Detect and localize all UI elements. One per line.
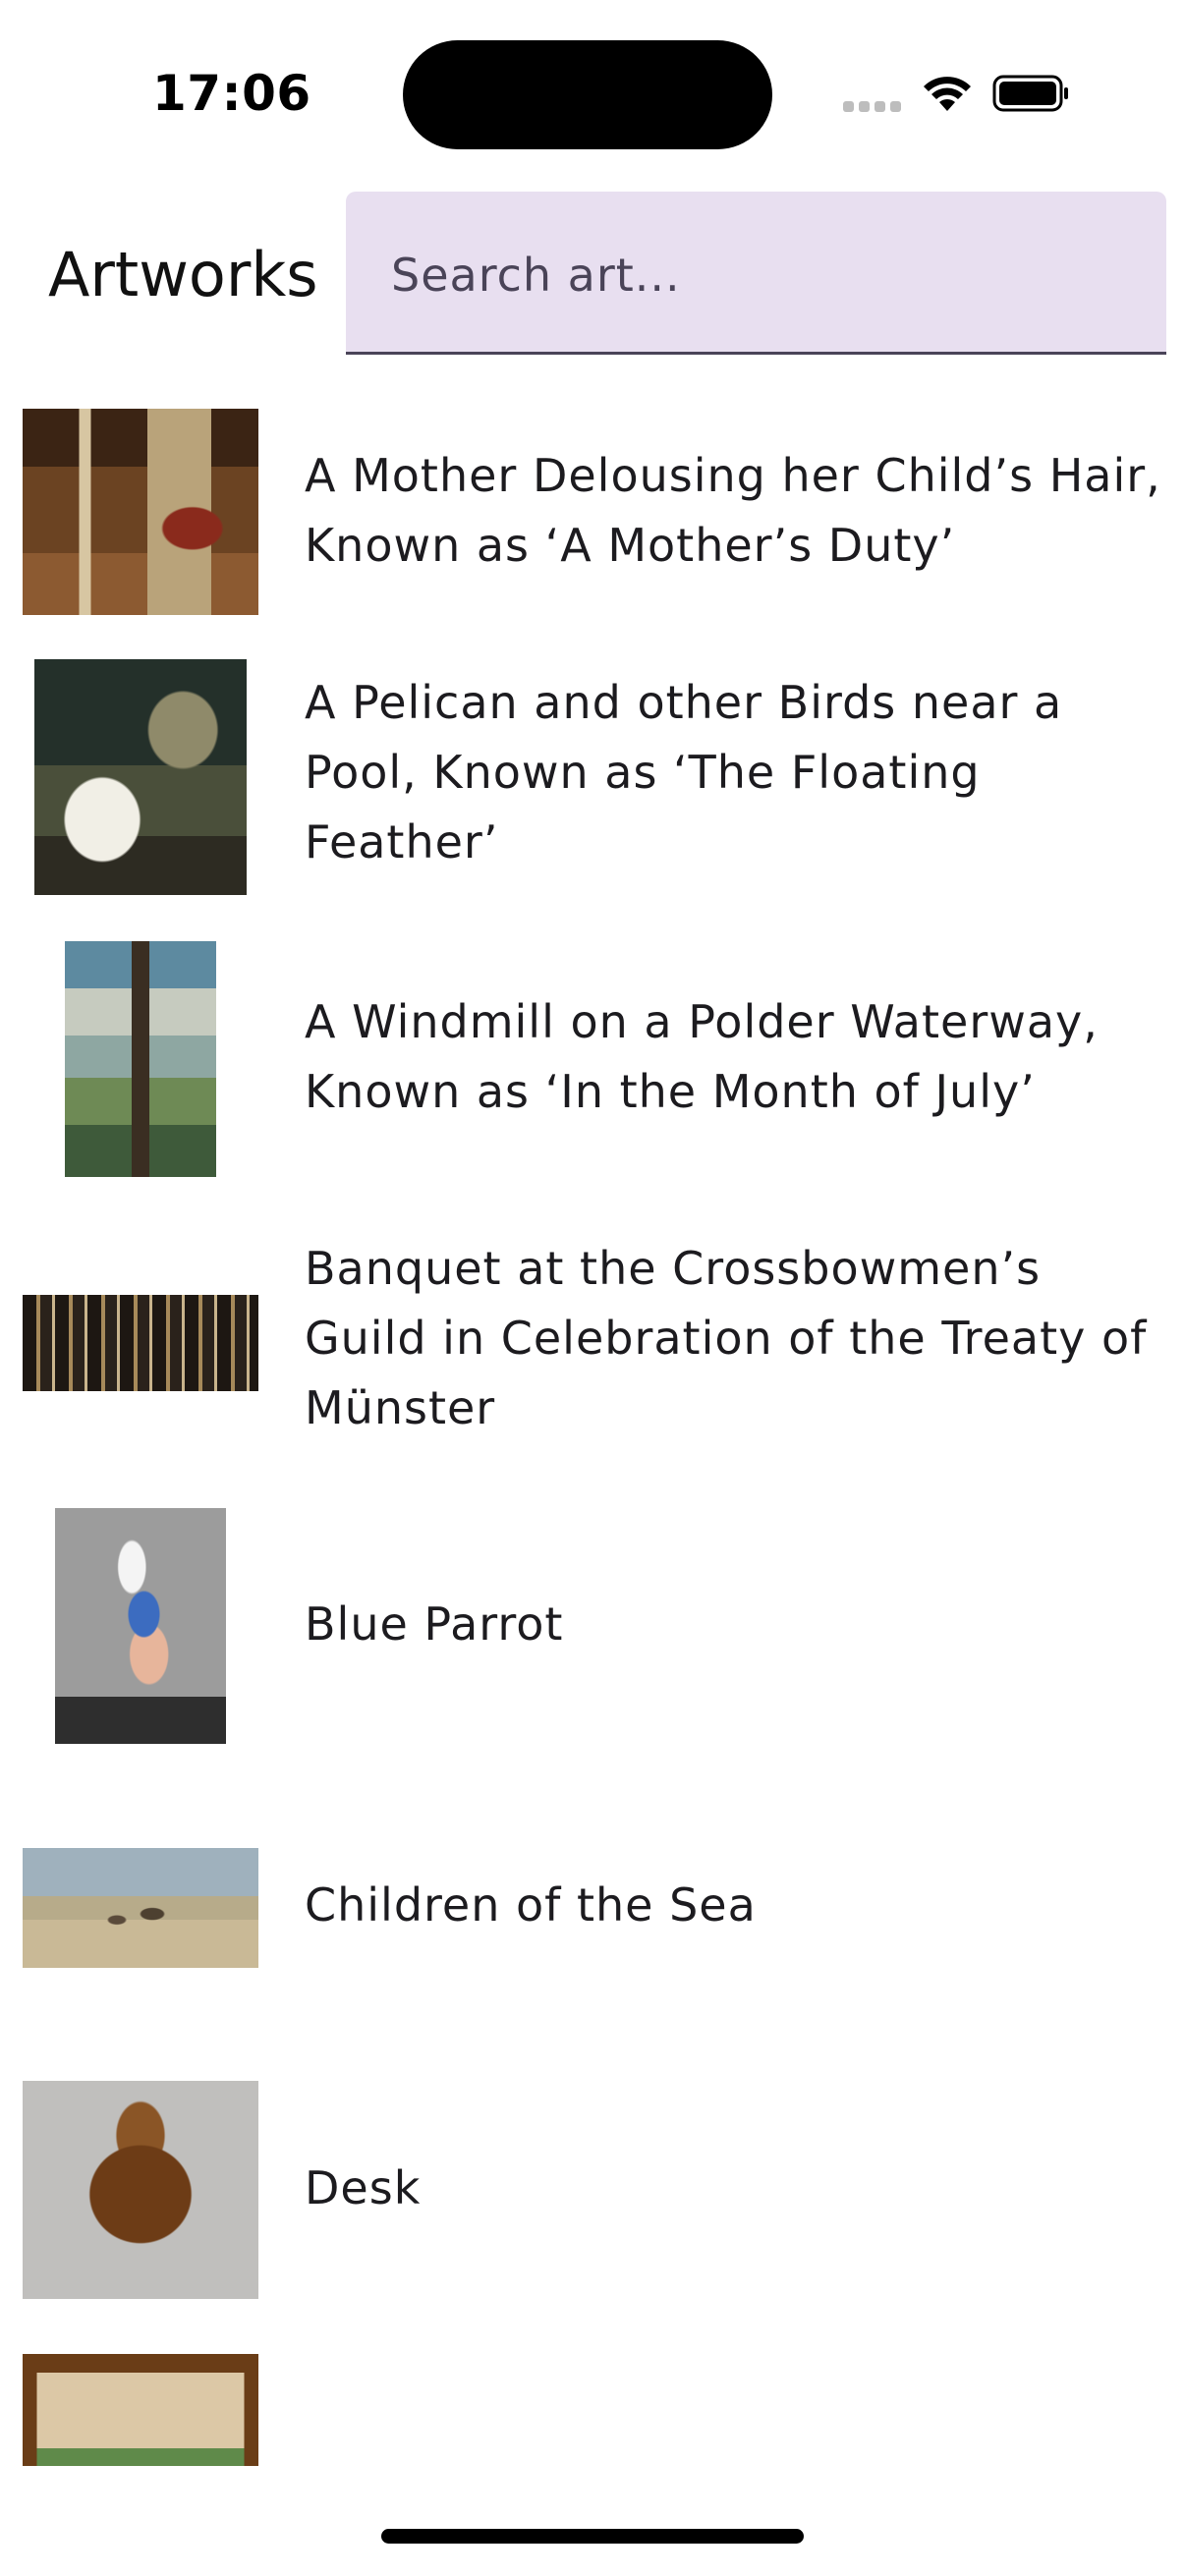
artwork-list-item[interactable]: Desk [0,2048,1185,2330]
search-field[interactable] [346,192,1166,355]
cellular-signal-icon [843,101,902,113]
artwork-list-item[interactable]: Blue Parrot [0,1484,1185,1766]
app-header: Artworks [0,190,1185,357]
artwork-thumbnail [23,408,258,615]
artwork-thumbnail [23,1295,258,1391]
artwork-thumbnail [34,658,247,895]
artwork-thumbnail [23,2080,258,2299]
artwork-thumbnail-cell [23,386,258,637]
artwork-thumbnail-cell [23,2354,258,2466]
artwork-list-item[interactable]: Banquet at the Crossbowmen’s Guild in Ce… [0,1202,1185,1484]
artwork-thumbnail [55,1507,226,1744]
wifi-icon [924,77,971,111]
artwork-title: Desk [305,2161,422,2214]
dynamic-island [403,40,772,149]
page-title: Artworks [48,239,318,310]
artwork-thumbnail [23,2354,258,2466]
artwork-title: Banquet at the Crossbowmen’s Guild in Ce… [305,1242,1148,1434]
artwork-thumbnail-cell [23,637,258,917]
artwork-title: Blue Parrot [305,1597,564,1651]
artwork-list-item[interactable]: A Pelican and other Birds near a Pool, K… [0,637,1185,917]
artwork-list-item[interactable]: A Mother Delousing her Child’s Hair, Kno… [0,386,1185,637]
artwork-title: Children of the Sea [305,1878,757,1932]
artwork-title: A Windmill on a Polder Waterway, Known a… [305,995,1099,1118]
battery-icon [992,75,1068,112]
artwork-list-item[interactable] [0,2330,1185,2466]
artwork-title: A Mother Delousing her Child’s Hair, Kno… [305,449,1161,572]
home-indicator[interactable] [381,2529,804,2544]
status-time: 17:06 [152,65,311,122]
search-input[interactable] [391,249,1138,302]
artwork-thumbnail-cell [23,1484,258,1766]
artwork-thumbnail-cell [23,1202,258,1484]
artwork-thumbnail-cell [23,2048,258,2330]
artwork-list-item[interactable]: Children of the Sea [0,1766,1185,2048]
artwork-title: A Pelican and other Birds near a Pool, K… [305,676,1063,868]
artwork-thumbnail-cell [23,917,258,1202]
artwork-thumbnail [23,1847,258,1968]
artwork-thumbnail [65,941,216,1177]
artwork-list[interactable]: A Mother Delousing her Child’s Hair, Kno… [0,386,1185,2466]
artwork-thumbnail-cell [23,1766,258,2048]
artwork-list-item[interactable]: A Windmill on a Polder Waterway, Known a… [0,917,1185,1202]
status-bar: 17:06 [0,0,1185,187]
